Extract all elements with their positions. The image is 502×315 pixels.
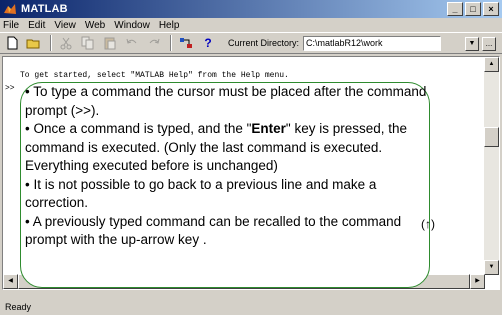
- scroll-down-button[interactable]: ▼: [484, 260, 499, 275]
- cut-icon: [60, 37, 72, 50]
- menu-window[interactable]: Window: [114, 20, 150, 31]
- copy-button[interactable]: [80, 35, 96, 51]
- arrow-down-icon: ▼: [488, 264, 495, 270]
- annotation-callout: • To type a command the cursor must be p…: [20, 82, 435, 288]
- maximize-button[interactable]: □: [465, 2, 481, 16]
- open-file-button[interactable]: [26, 35, 42, 51]
- browse-icon: ...: [485, 39, 493, 48]
- menu-web[interactable]: Web: [85, 20, 105, 31]
- new-file-button[interactable]: [4, 35, 20, 51]
- undo-icon: [126, 38, 137, 44]
- up-arrow-key-icon: (↑): [421, 217, 435, 231]
- current-directory-label: Current Directory:: [228, 38, 300, 48]
- arrow-right-icon: ▶: [475, 278, 480, 284]
- menu-file[interactable]: File: [3, 20, 19, 31]
- window-title: MATLAB: [21, 3, 68, 15]
- window-controls: _ □ ×: [447, 2, 499, 16]
- new-file-icon: [7, 36, 18, 50]
- scroll-left-button[interactable]: ◀: [3, 274, 18, 289]
- redo-button[interactable]: [146, 35, 162, 51]
- help-icon: ?: [204, 36, 212, 50]
- simulink-button[interactable]: [178, 35, 194, 51]
- open-folder-icon: [26, 39, 40, 49]
- minimize-button[interactable]: _: [447, 2, 463, 16]
- current-directory-dropdown[interactable]: ▼: [465, 37, 479, 51]
- paste-button[interactable]: [102, 35, 118, 51]
- menu-help[interactable]: Help: [159, 20, 180, 31]
- close-button[interactable]: ×: [483, 2, 499, 16]
- toolbar: ? Current Directory: C:\matlabR12\work ▼…: [0, 32, 502, 54]
- chevron-down-icon: ▼: [468, 40, 476, 47]
- arrow-left-icon: ◀: [8, 278, 13, 284]
- callout-bullet-2: • Once a command is typed, and the "Ente…: [25, 120, 429, 176]
- enter-key-label: Enter: [251, 121, 286, 136]
- scroll-right-button[interactable]: ▶: [470, 274, 485, 289]
- status-bar: Ready: [5, 302, 32, 312]
- callout-bullet-2-start: • Once a command is typed, and the ": [25, 121, 252, 136]
- scroll-up-button[interactable]: ▲: [484, 57, 499, 72]
- matlab-logo-icon: [3, 2, 17, 16]
- cut-button[interactable]: [58, 35, 74, 51]
- callout-bullet-4: • A previously typed command can be reca…: [25, 213, 402, 248]
- vertical-scrollbar[interactable]: ▲ ▼: [484, 57, 499, 275]
- browse-directory-button[interactable]: ...: [482, 37, 496, 51]
- title-bar: MATLAB _ □ ×: [0, 0, 502, 18]
- startup-message: To get started, select "MATLAB Help" fro…: [20, 71, 289, 80]
- arrow-up-icon: ▲: [488, 61, 495, 67]
- current-directory-field[interactable]: C:\matlabR12\work: [303, 35, 442, 51]
- menu-edit[interactable]: Edit: [28, 20, 45, 31]
- callout-bullet-1: • To type a command the cursor must be p…: [25, 84, 427, 118]
- menu-bar: File Edit View Web Window Help: [0, 18, 502, 32]
- vertical-scroll-thumb[interactable]: [484, 127, 499, 147]
- simulink-icon: [180, 38, 192, 48]
- toolbar-separator: [50, 35, 52, 51]
- command-prompt: >>: [5, 84, 15, 93]
- copy-icon: [81, 36, 94, 50]
- toolbar-separator: [170, 35, 172, 51]
- redo-icon: [149, 38, 160, 44]
- undo-button[interactable]: [124, 35, 140, 51]
- menu-view[interactable]: View: [54, 20, 76, 31]
- paste-icon: [104, 37, 116, 50]
- callout-bullet-3: • It is not possible to go back to a pre…: [25, 176, 377, 211]
- help-button[interactable]: ?: [200, 35, 216, 51]
